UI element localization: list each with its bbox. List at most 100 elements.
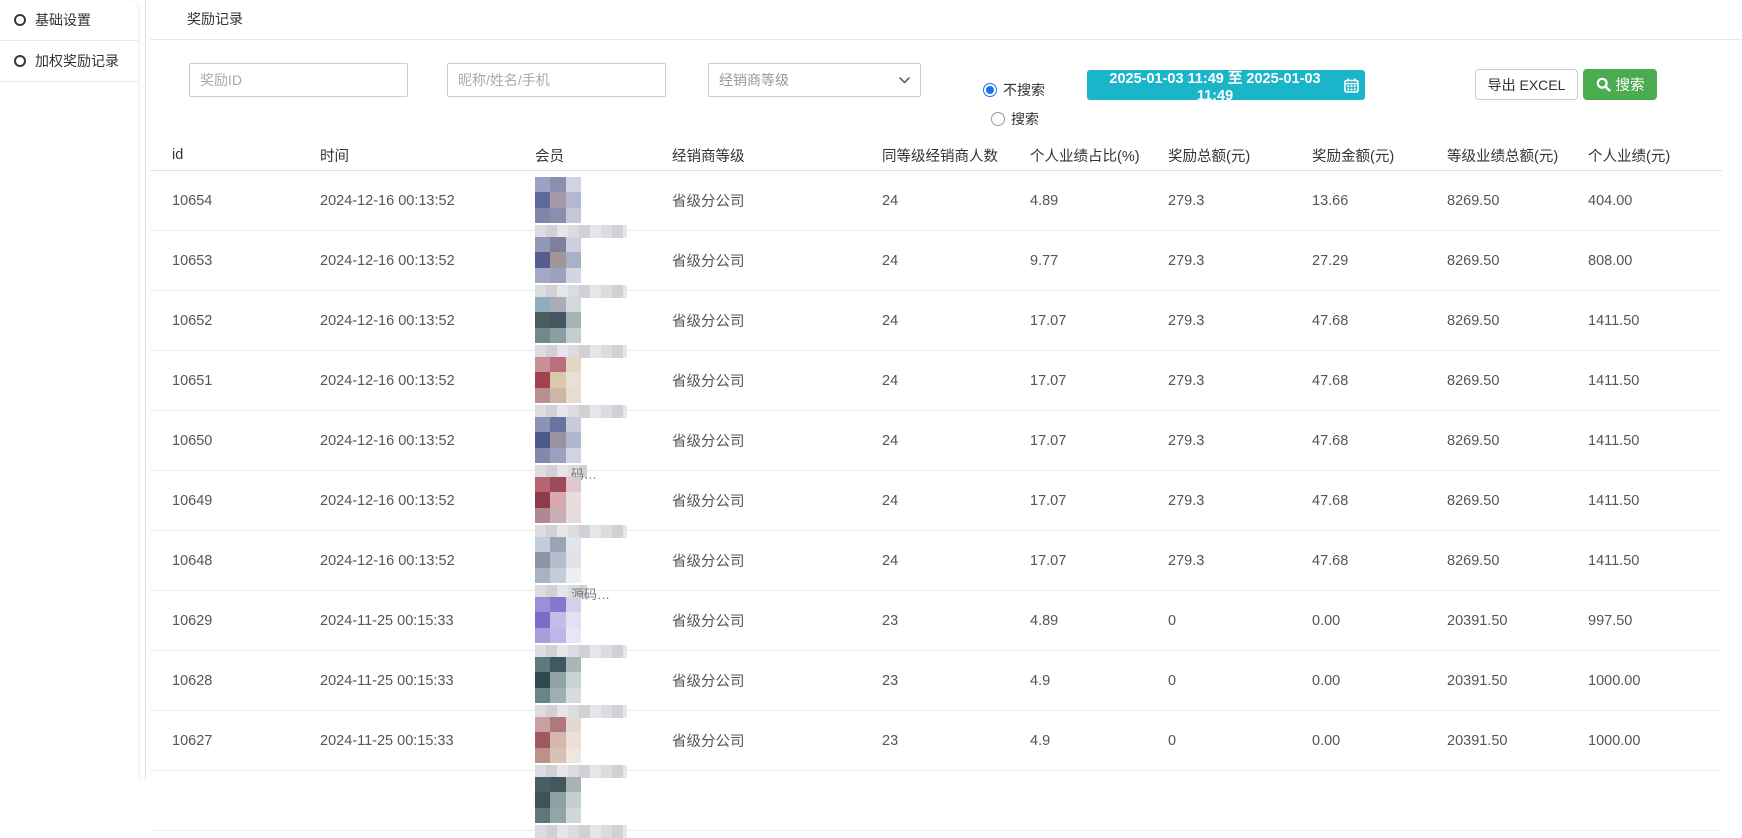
cell-time: 2024-12-16 00:13:52 [298,531,513,591]
nickname-input[interactable] [447,63,666,97]
member-avatar [535,597,581,643]
cell-member [513,711,650,771]
calendar-icon [1344,78,1359,93]
column-header: 奖励金额(元) [1290,140,1425,171]
cell-level-total: 20391.50 [1425,711,1566,771]
member-avatar [535,177,581,223]
column-header: 时间 [298,140,513,171]
cell-reward-amount: 0.00 [1290,651,1425,711]
cell-member [513,291,650,351]
cell-peer-count: 24 [860,351,1008,411]
cell-peer-count: 24 [860,531,1008,591]
cell-member [513,471,650,531]
cell-id: 10654 [150,171,298,231]
cell-reward-total: 279.3 [1146,351,1290,411]
table-row: 106502024-12-16 00:13:52码…省级分公司2417.0727… [150,411,1722,471]
cell-reward-total: 279.3 [1146,171,1290,231]
cell-reward-amount: 47.68 [1290,471,1425,531]
cell-ratio: 4.89 [1008,591,1146,651]
cell-ratio: 17.07 [1008,471,1146,531]
cell-dealer-level: 省级分公司 [650,591,860,651]
table-row: 106532024-12-16 00:13:52省级分公司249.77279.3… [150,231,1722,291]
export-excel-button[interactable]: 导出 EXCEL [1475,69,1578,100]
date-range-text: 2025-01-03 11:49 至 2025-01-03 11:49 [1093,67,1337,104]
cell-level-total: 8269.50 [1425,171,1566,231]
search-mode-radio-group: 不搜索 搜索 [983,80,1045,138]
cell-member [513,351,650,411]
cell-reward-amount: 13.66 [1290,171,1425,231]
cell-level-total: 8269.50 [1425,411,1566,471]
cell-reward-amount: 47.68 [1290,291,1425,351]
cell-reward-total: 279.3 [1146,411,1290,471]
cell-time: 2024-12-16 00:13:52 [298,171,513,231]
sidebar-item-basic-settings[interactable]: 基础设置 [0,0,138,41]
cell-member [513,591,650,651]
radio-search[interactable]: 搜索 [991,109,1045,129]
date-range-button[interactable]: 2025-01-03 11:49 至 2025-01-03 11:49 [1087,70,1365,100]
radio-no-search[interactable]: 不搜索 [983,80,1045,100]
cell-ratio [1008,771,1146,831]
radio-selected-icon [983,83,997,97]
cell-reward-amount [1290,771,1425,831]
cell-member [513,651,650,711]
cell-level-total: 8269.50 [1425,351,1566,411]
cell-id [150,771,298,831]
cell-reward-amount: 47.68 [1290,531,1425,591]
cell-personal: 808.00 [1566,231,1722,291]
cell-level-total: 8269.50 [1425,531,1566,591]
cell-reward-total [1146,771,1290,831]
search-button-label: 搜索 [1616,74,1645,95]
cell-reward-amount: 0.00 [1290,711,1425,771]
cell-peer-count: 23 [860,711,1008,771]
cell-personal: 997.50 [1566,591,1722,651]
member-avatar [535,717,581,763]
cell-level-total: 20391.50 [1425,591,1566,651]
column-header: id [150,140,298,171]
cell-reward-total: 279.3 [1146,471,1290,531]
cell-id: 10628 [150,651,298,711]
page-title: 奖励记录 [187,0,243,39]
title-divider [150,39,1742,40]
cell-personal: 404.00 [1566,171,1722,231]
table-row: 106522024-12-16 00:13:52省级分公司2417.07279.… [150,291,1722,351]
cell-peer-count: 24 [860,411,1008,471]
cell-reward-total: 0 [1146,711,1290,771]
cell-ratio: 17.07 [1008,411,1146,471]
cell-ratio: 4.9 [1008,711,1146,771]
cell-peer-count: 23 [860,591,1008,651]
cell-reward-total: 0 [1146,591,1290,651]
cell-peer-count: 24 [860,171,1008,231]
sidebar-item-weighted-reward-records[interactable]: 加权奖励记录 [0,41,138,82]
member-avatar [535,297,581,343]
column-header: 经销商等级 [650,140,860,171]
cell-reward-amount: 0.00 [1290,591,1425,651]
cell-personal: 1000.00 [1566,651,1722,711]
cell-id: 10627 [150,711,298,771]
member-avatar [535,657,581,703]
cell-id: 10649 [150,471,298,531]
table-row [150,771,1722,831]
cell-reward-amount: 27.29 [1290,231,1425,291]
cell-personal: 1411.50 [1566,471,1722,531]
search-button[interactable]: 搜索 [1583,69,1657,100]
cell-level-total: 20391.50 [1425,651,1566,711]
cell-ratio: 4.9 [1008,651,1146,711]
cell-time: 2024-11-25 00:15:33 [298,651,513,711]
radio-unselected-icon [991,112,1005,126]
cell-member [513,231,650,291]
table-row: 106492024-12-16 00:13:52省级分公司2417.07279.… [150,471,1722,531]
cell-reward-amount: 47.68 [1290,411,1425,471]
dealer-level-select[interactable]: 经销商等级 [708,63,921,97]
cell-id: 10629 [150,591,298,651]
cell-personal: 1411.50 [1566,531,1722,591]
reward-id-input[interactable] [189,63,408,97]
table-row: 106542024-12-16 00:13:52省级分公司244.89279.3… [150,171,1722,231]
cell-member [513,771,650,831]
cell-dealer-level: 省级分公司 [650,711,860,771]
chevron-down-icon [899,77,910,84]
column-header: 会员 [513,140,650,171]
cell-member: 源码… [513,531,650,591]
cell-peer-count: 24 [860,231,1008,291]
cell-peer-count: 24 [860,291,1008,351]
cell-dealer-level: 省级分公司 [650,231,860,291]
